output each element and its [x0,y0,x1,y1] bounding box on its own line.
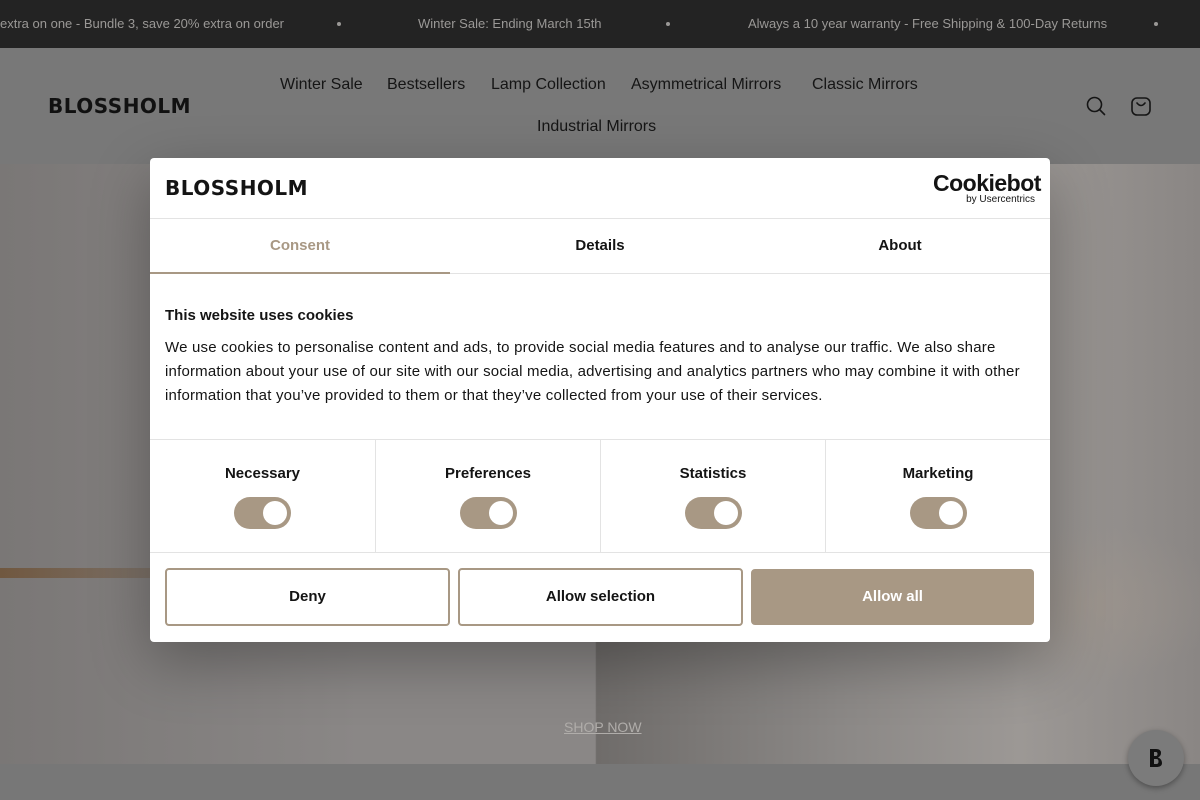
dialog-title: This website uses cookies [165,307,354,324]
site-header: BLOSSHOLM Winter Sale Bestsellers Lamp C… [0,48,1200,164]
deny-button[interactable]: Deny [165,568,450,626]
nav-item-lamp-collection[interactable]: Lamp Collection [491,76,606,94]
necessary-switch[interactable] [234,497,291,529]
announcement-text: Winter Sale: Ending March 15th [418,16,602,31]
toggle-label: Necessary [224,465,301,482]
switch-knob [263,501,287,525]
nav-item-industrial-mirrors[interactable]: Industrial Mirrors [537,118,656,136]
toggle-preferences: Preferences [375,440,600,552]
toggle-necessary: Necessary [150,440,375,552]
toggle-label: Preferences [445,465,531,482]
toggle-marketing: Marketing [825,440,1050,552]
switch-knob [489,501,513,525]
page-section [0,764,1200,800]
tab-about[interactable]: About [750,219,1050,274]
switch-knob [714,501,738,525]
tab-consent[interactable]: Consent [150,219,450,274]
bag-icon[interactable] [1129,94,1153,118]
toggle-label: Marketing [902,465,974,482]
nav-item-winter-sale[interactable]: Winter Sale [280,76,363,94]
cookiebot-brand: Cookiebot [933,170,1041,196]
shop-now-link[interactable]: SHOP NOW [564,719,642,735]
dialog-body-text: We use cookies to personalise content an… [165,339,1020,404]
announcement-text: extra on one - Bundle 3, save 20% extra … [0,16,285,31]
chat-launcher-button[interactable] [1128,730,1184,786]
toggle-statistics: Statistics [600,440,825,552]
separator-dot [1154,22,1158,26]
nav-item-asymmetrical-mirrors[interactable]: Asymmetrical Mirrors [631,76,781,94]
switch-knob [939,501,963,525]
marketing-switch[interactable] [910,497,967,529]
dialog-logo: BLOSSHOLM [165,176,309,200]
separator-dot [666,22,670,26]
nav-item-bestsellers[interactable]: Bestsellers [387,76,465,94]
preferences-switch[interactable] [460,497,517,529]
nav-item-classic-mirrors[interactable]: Classic Mirrors [812,76,918,94]
cookiebot-logo[interactable]: Cookiebot by Usercentrics [933,170,1041,205]
consent-toggles: Necessary Preferences Statistics Marketi… [150,439,1050,553]
site-logo[interactable]: BLOSSHOLM [48,94,191,118]
toggle-label: Statistics [679,465,747,482]
announcement-text: Always a 10 year warranty - Free Shippin… [748,16,1108,31]
dialog-tabs: Consent Details About [150,218,1050,274]
statistics-switch[interactable] [685,497,742,529]
allow-all-button[interactable]: Allow all [751,569,1034,625]
search-icon[interactable] [1084,94,1108,118]
brand-b-icon [1150,749,1162,767]
separator-dot [337,22,341,26]
tab-details[interactable]: Details [450,219,750,274]
announcement-bar: extra on one - Bundle 3, save 20% extra … [0,0,1200,48]
cookiebot-subtitle: by Usercentrics [966,194,1035,205]
cookie-consent-dialog: BLOSSHOLM Cookiebot by Usercentrics Cons… [150,158,1050,642]
allow-selection-button[interactable]: Allow selection [458,568,743,626]
